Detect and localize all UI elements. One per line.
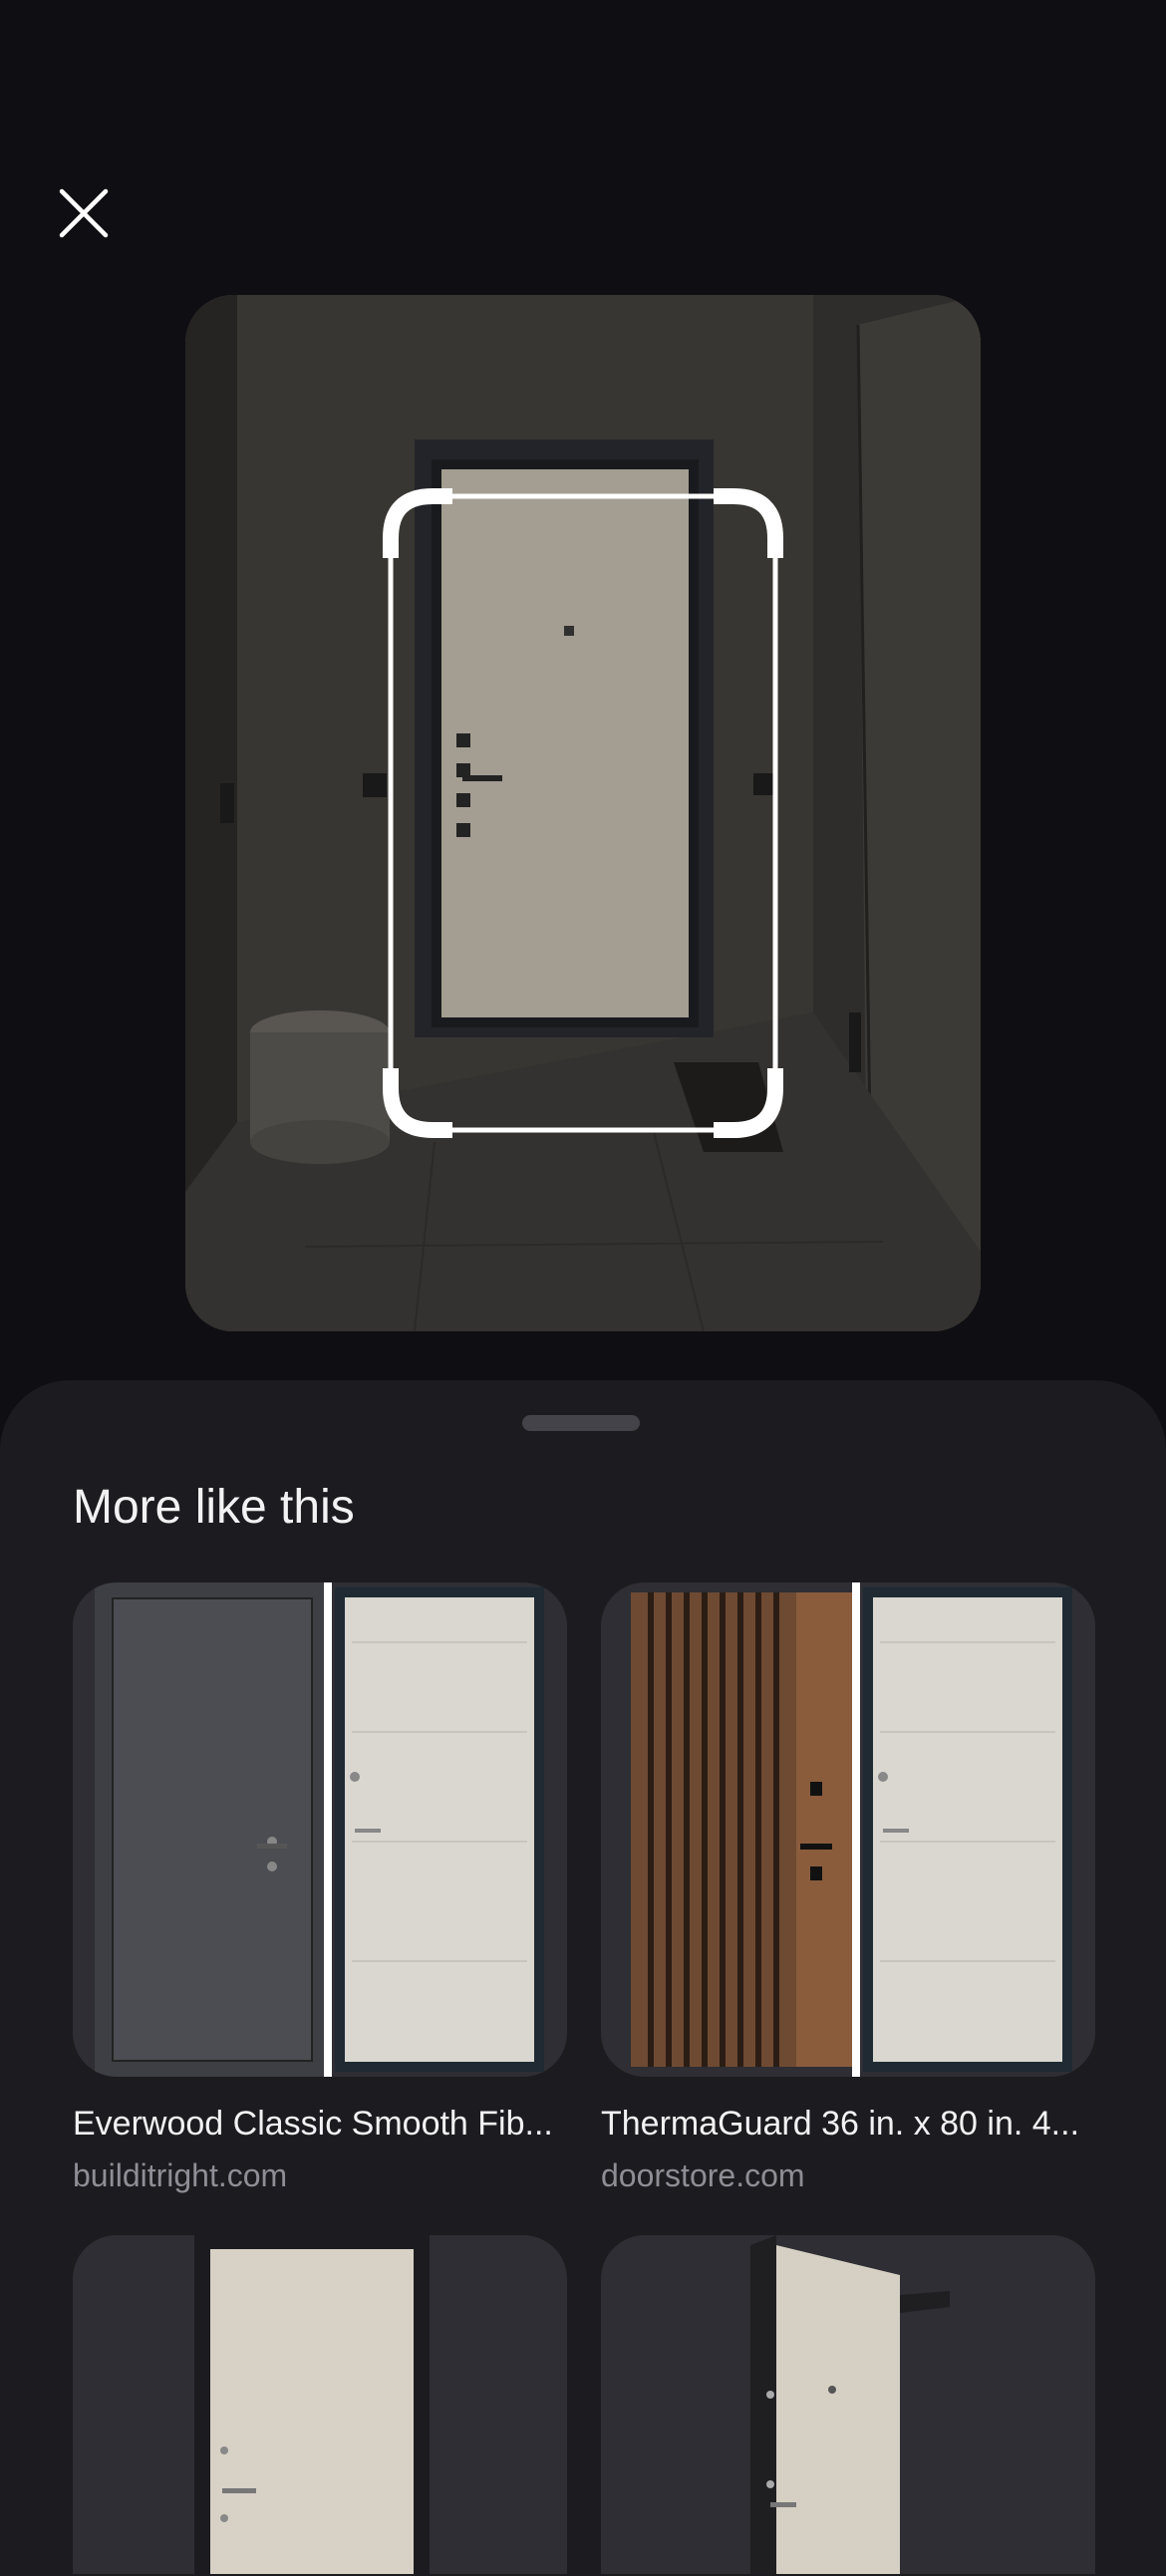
result-thumbnail[interactable] bbox=[73, 1582, 567, 2077]
close-icon bbox=[59, 188, 109, 238]
close-button[interactable] bbox=[58, 187, 110, 239]
result-card[interactable] bbox=[73, 2235, 567, 2574]
crop-frame[interactable] bbox=[383, 488, 783, 1138]
result-source[interactable]: doorstore.com bbox=[601, 2157, 1095, 2194]
result-thumbnail[interactable] bbox=[73, 2235, 567, 2574]
sheet-drag-handle[interactable] bbox=[522, 1415, 640, 1431]
sheet-title: More like this bbox=[73, 1481, 355, 1534]
result-card[interactable]: Everwood Classic Smooth Fib... builditri… bbox=[73, 1582, 567, 2194]
result-thumbnail[interactable] bbox=[601, 1582, 1095, 2077]
result-thumbnail[interactable] bbox=[601, 2235, 1095, 2574]
result-title[interactable]: Everwood Classic Smooth Fib... bbox=[73, 2105, 567, 2144]
result-card[interactable]: ThermaGuard 36 in. x 80 in. 4... doorsto… bbox=[601, 1582, 1095, 2194]
result-title[interactable]: ThermaGuard 36 in. x 80 in. 4... bbox=[601, 2105, 1095, 2144]
results-sheet[interactable]: More like this Everwood Classic Smooth F… bbox=[0, 1380, 1166, 2576]
result-source[interactable]: builditright.com bbox=[73, 2157, 567, 2194]
result-card[interactable] bbox=[601, 2235, 1095, 2574]
